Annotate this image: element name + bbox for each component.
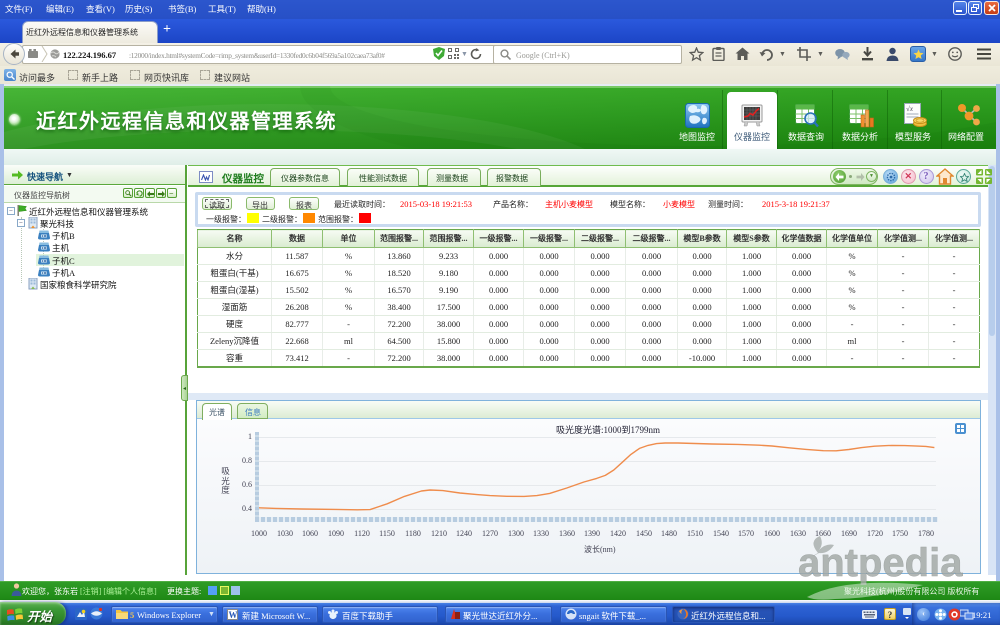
svg-text:√x: √x (906, 105, 914, 113)
